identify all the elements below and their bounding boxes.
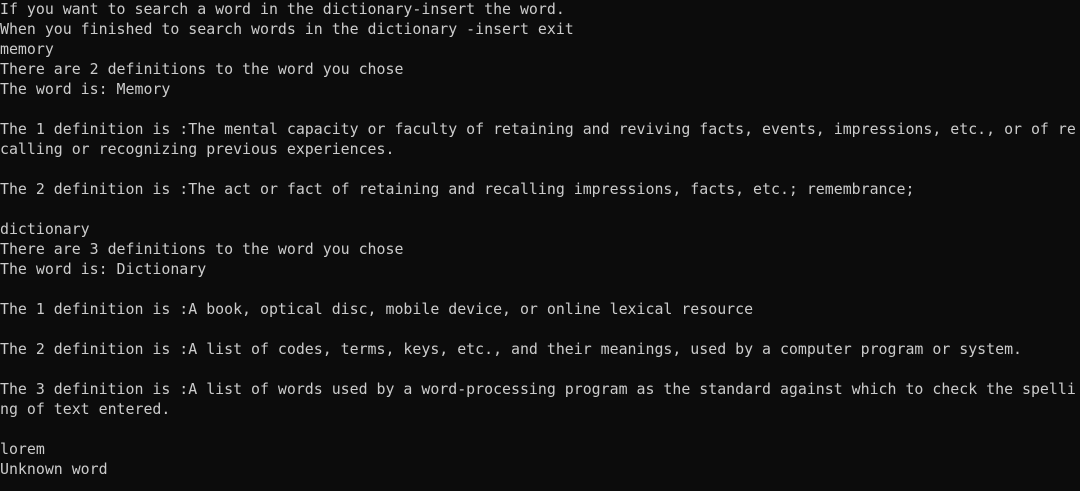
console-line: There are 2 definitions to the word you … [0, 60, 404, 78]
console-input-line: dictionary [0, 220, 90, 238]
console-line: The word is: Dictionary [0, 260, 207, 278]
console-line: The 1 definition is :A book, optical dis… [0, 300, 754, 318]
console-line: The 3 definition is :A list of words use… [0, 380, 1076, 398]
console-line: Unknown word [0, 460, 108, 478]
console-line: ng of text entered. [0, 400, 171, 418]
console-line: The word is: Memory [0, 80, 171, 98]
console-line: There are 3 definitions to the word you … [0, 240, 404, 258]
console-line: calling or recognizing previous experien… [0, 140, 395, 158]
console-input-line: lorem [0, 440, 45, 458]
console-line: The 2 definition is :A list of codes, te… [0, 340, 1023, 358]
console-line: When you finished to search words in the… [0, 20, 574, 38]
console-output[interactable]: If you want to search a word in the dict… [0, 0, 1080, 491]
console-line: The 2 definition is :The act or fact of … [0, 180, 915, 198]
console-input-line: memory [0, 40, 54, 58]
console-line: The 1 definition is :The mental capacity… [0, 120, 1076, 138]
console-line: If you want to search a word in the dict… [0, 0, 565, 18]
